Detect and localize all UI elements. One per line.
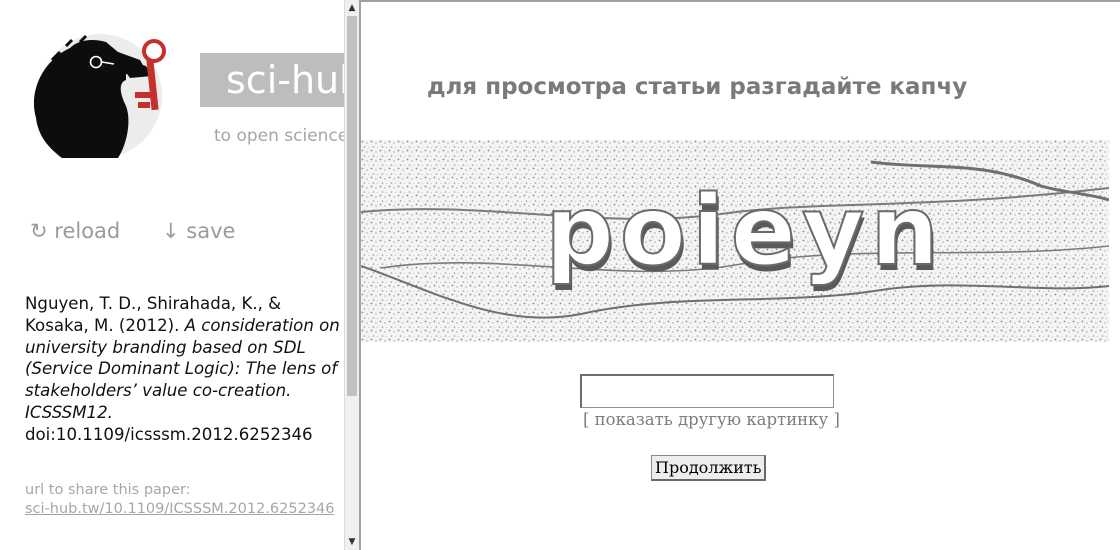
sidebar: sci-hub to open science ↻ reload ↓ save … [0, 0, 344, 550]
scroll-up-arrow-icon[interactable]: ▲ [345, 1, 359, 15]
sci-hub-logo[interactable] [22, 30, 180, 160]
reload-button[interactable]: ↻ reload [30, 219, 120, 243]
captcha-panel: для просмотра статьи разгадайте капчу po… [359, 0, 1120, 550]
citation-doi: doi:10.1109/icsssm.2012.6252346 [25, 424, 313, 444]
captcha-heading: для просмотра статьи разгадайте капчу [427, 74, 968, 100]
share-label: url to share this paper: [25, 482, 191, 498]
share-link[interactable]: sci-hub.tw/10.1109/ICSSSM.2012.6252346 [25, 501, 334, 517]
show-another-picture-link[interactable]: [ показать другую картинку ] [583, 410, 840, 429]
continue-button[interactable]: Продолжить [651, 455, 767, 481]
save-button[interactable]: ↓ save [162, 219, 235, 243]
brand-title: sci-hub [200, 53, 344, 107]
citation: Nguyen, T. D., Shirahada, K., & Kosaka, … [25, 293, 343, 446]
captcha-image: poieyn poieyn [361, 140, 1109, 342]
vertical-scrollbar[interactable]: ▲ ▼ [344, 0, 359, 550]
brand-tagline: to open science [214, 126, 344, 146]
captcha-input[interactable] [580, 374, 834, 408]
svg-text:poieyn: poieyn [545, 175, 945, 287]
captcha-distorted-text: poieyn poieyn [544, 174, 945, 293]
scrollbar-thumb[interactable] [347, 16, 357, 396]
scroll-down-arrow-icon[interactable]: ▼ [345, 535, 359, 549]
